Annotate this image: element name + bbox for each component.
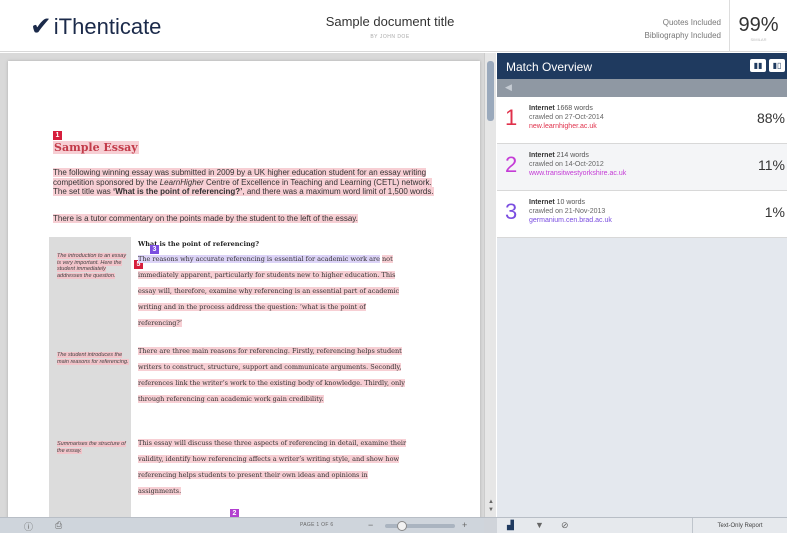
match-overview-panel: Match Overview ▮▮ ▮▯ ◀ 1 Internet 1668 wo… xyxy=(497,53,787,517)
scroll-down-icon[interactable]: ▼ xyxy=(486,507,496,513)
commentary-line: There is a tutor commentary on the point… xyxy=(53,214,443,223)
match-percent: 11% xyxy=(758,157,785,173)
match-date: crawled on 27-Oct-2014 xyxy=(529,114,604,121)
match-date: crawled on 21-Nov-2013 xyxy=(529,208,606,215)
zoom-slider[interactable] xyxy=(385,521,455,531)
similarity-score-box[interactable]: 99% SIMILAR xyxy=(729,0,787,52)
bibliography-filter[interactable]: Bibliography Included xyxy=(645,29,722,42)
quotes-filter[interactable]: Quotes Included xyxy=(645,16,721,29)
intro-text-e: , and there was a maximum word limit of … xyxy=(242,187,434,196)
filter-icon[interactable]: ▼ xyxy=(535,520,544,530)
match-source: Internet 1668 words xyxy=(529,105,593,112)
match-source: Internet 214 words xyxy=(529,152,589,159)
match-url[interactable]: www.transitwestyorkshire.ac.uk xyxy=(529,170,626,177)
tutor-note-1: The introduction to an essay is very imp… xyxy=(57,253,129,279)
filter-settings[interactable]: Quotes Included Bibliography Included xyxy=(645,16,722,42)
para3-text: This essay will discuss these three aspe… xyxy=(138,439,407,495)
document-scrollbar[interactable]: ▲ ▼ xyxy=(484,53,496,517)
match-word-count: 214 words xyxy=(556,152,589,159)
match-row[interactable]: 3 Internet 10 words crawled on 21-Nov-2013… xyxy=(497,191,787,238)
match-percent: 1% xyxy=(764,204,785,220)
full-view-icon[interactable]: ▮▯ xyxy=(769,59,785,72)
match-rank: 3 xyxy=(505,199,518,224)
intro-text-d: ‘What is the point of referencing?’ xyxy=(113,187,243,196)
tutor-note-3-text: Summarises the structure of the essay. xyxy=(57,441,126,454)
tutor-notes-column xyxy=(49,237,131,517)
text-only-report-button[interactable]: Text-Only Report xyxy=(692,518,787,533)
zoom-slider-knob[interactable] xyxy=(397,521,407,531)
app-header: ✔ iThenticate Sample document title BY J… xyxy=(0,0,787,52)
similarity-label: SIMILAR xyxy=(750,37,767,42)
scrollbar-thumb[interactable] xyxy=(487,61,494,121)
match-row[interactable]: 1 Internet 1668 words crawled on 27-Oct-20… xyxy=(497,97,787,144)
logo-text: iThenticate xyxy=(53,14,162,39)
panel-subheader: ◀ xyxy=(497,79,787,97)
zoom-out-icon[interactable]: − xyxy=(368,520,373,530)
document-page: 1 Sample Essay The following winning ess… xyxy=(8,61,480,517)
zoom-in-icon[interactable]: + xyxy=(462,520,467,530)
essay-paragraph-1: The reasons why accurate referencing is … xyxy=(138,251,408,331)
info-icon[interactable]: ⓘ xyxy=(24,520,33,533)
match-source-type: Internet xyxy=(529,152,555,159)
panel-title: Match Overview xyxy=(506,60,593,74)
tutor-note-1-text: The introduction to an essay is very imp… xyxy=(57,253,127,279)
bottom-toolbar: ⓘ ⎙ PAGE 1 OF 6 − + ▟ ▼ ⊘ Text-Only Repo… xyxy=(0,517,787,533)
match-source-type: Internet xyxy=(529,199,555,206)
similarity-score: 99% xyxy=(738,14,779,36)
tutor-note-2: The student introduces the main reasons … xyxy=(57,352,129,365)
match-rank: 2 xyxy=(505,152,518,177)
match-word-count: 1668 words xyxy=(556,105,593,112)
match-percent: 88% xyxy=(756,110,785,126)
match-list: 1 Internet 1668 words crawled on 27-Oct-20… xyxy=(497,97,787,238)
commentary-text: There is a tutor commentary on the point… xyxy=(53,214,358,223)
match-url[interactable]: new.learnhigher.ac.uk xyxy=(529,123,597,130)
intro-paragraph: The following winning essay was submitte… xyxy=(53,168,443,197)
document-author: BY JOHN DOE xyxy=(370,34,410,40)
match-date: crawled on 14-Oct-2012 xyxy=(529,161,604,168)
para1-text: not immediately apparent, particularly f… xyxy=(138,255,400,327)
scroll-up-icon[interactable]: ▲ xyxy=(486,499,496,505)
match-row[interactable]: 2 Internet 214 words crawled on 14-Oct-201… xyxy=(497,144,787,191)
panel-view-toggles[interactable]: ▮▮ ▮▯ xyxy=(750,59,785,72)
document-toolbar: ⓘ ⎙ PAGE 1 OF 6 − + xyxy=(0,518,484,533)
intro-text-b: LearnHigher xyxy=(159,177,204,187)
para2-text: There are three main reasons for referen… xyxy=(138,347,405,403)
document-title: Sample document title xyxy=(325,14,455,29)
match-rank: 1 xyxy=(505,105,518,130)
essay-paragraph-2: There are three main reasons for referen… xyxy=(138,343,408,407)
match-source-type: Internet xyxy=(529,105,555,112)
bar-chart-icon[interactable]: ▟ xyxy=(507,520,514,531)
para1-violet-text: The reasons why accurate referencing is … xyxy=(138,255,380,263)
panel-toolbar: ▟ ▼ ⊘ Text-Only Report xyxy=(497,518,787,533)
exclude-icon[interactable]: ⊘ xyxy=(561,520,569,531)
tutor-note-3: Summarises the structure of the essay. xyxy=(57,441,129,454)
tutor-note-2-text: The student introduces the main reasons … xyxy=(57,352,129,365)
back-arrow-icon[interactable]: ◀ xyxy=(505,82,512,93)
match-marker-2[interactable]: 2 xyxy=(230,509,239,517)
ithenticate-logo: ✔ iThenticate xyxy=(30,14,161,40)
essay-title: Sample Essay xyxy=(53,141,139,154)
match-source: Internet 10 words xyxy=(529,199,585,206)
match-word-count: 10 words xyxy=(556,199,586,206)
match-marker-1[interactable]: 1 xyxy=(53,131,62,140)
panel-header: Match Overview ▮▮ ▮▯ xyxy=(497,53,787,79)
page-indicator: PAGE 1 OF 6 xyxy=(300,522,334,528)
essay-paragraph-3: This essay will discuss these three aspe… xyxy=(138,435,408,499)
match-url[interactable]: germanium.cen.brad.ac.uk xyxy=(529,217,612,224)
document-viewer: 1 Sample Essay The following winning ess… xyxy=(0,53,484,517)
checkmark-icon: ✔ xyxy=(30,12,52,42)
split-view-icon[interactable]: ▮▮ xyxy=(750,59,766,72)
print-icon[interactable]: ⎙ xyxy=(55,520,62,531)
